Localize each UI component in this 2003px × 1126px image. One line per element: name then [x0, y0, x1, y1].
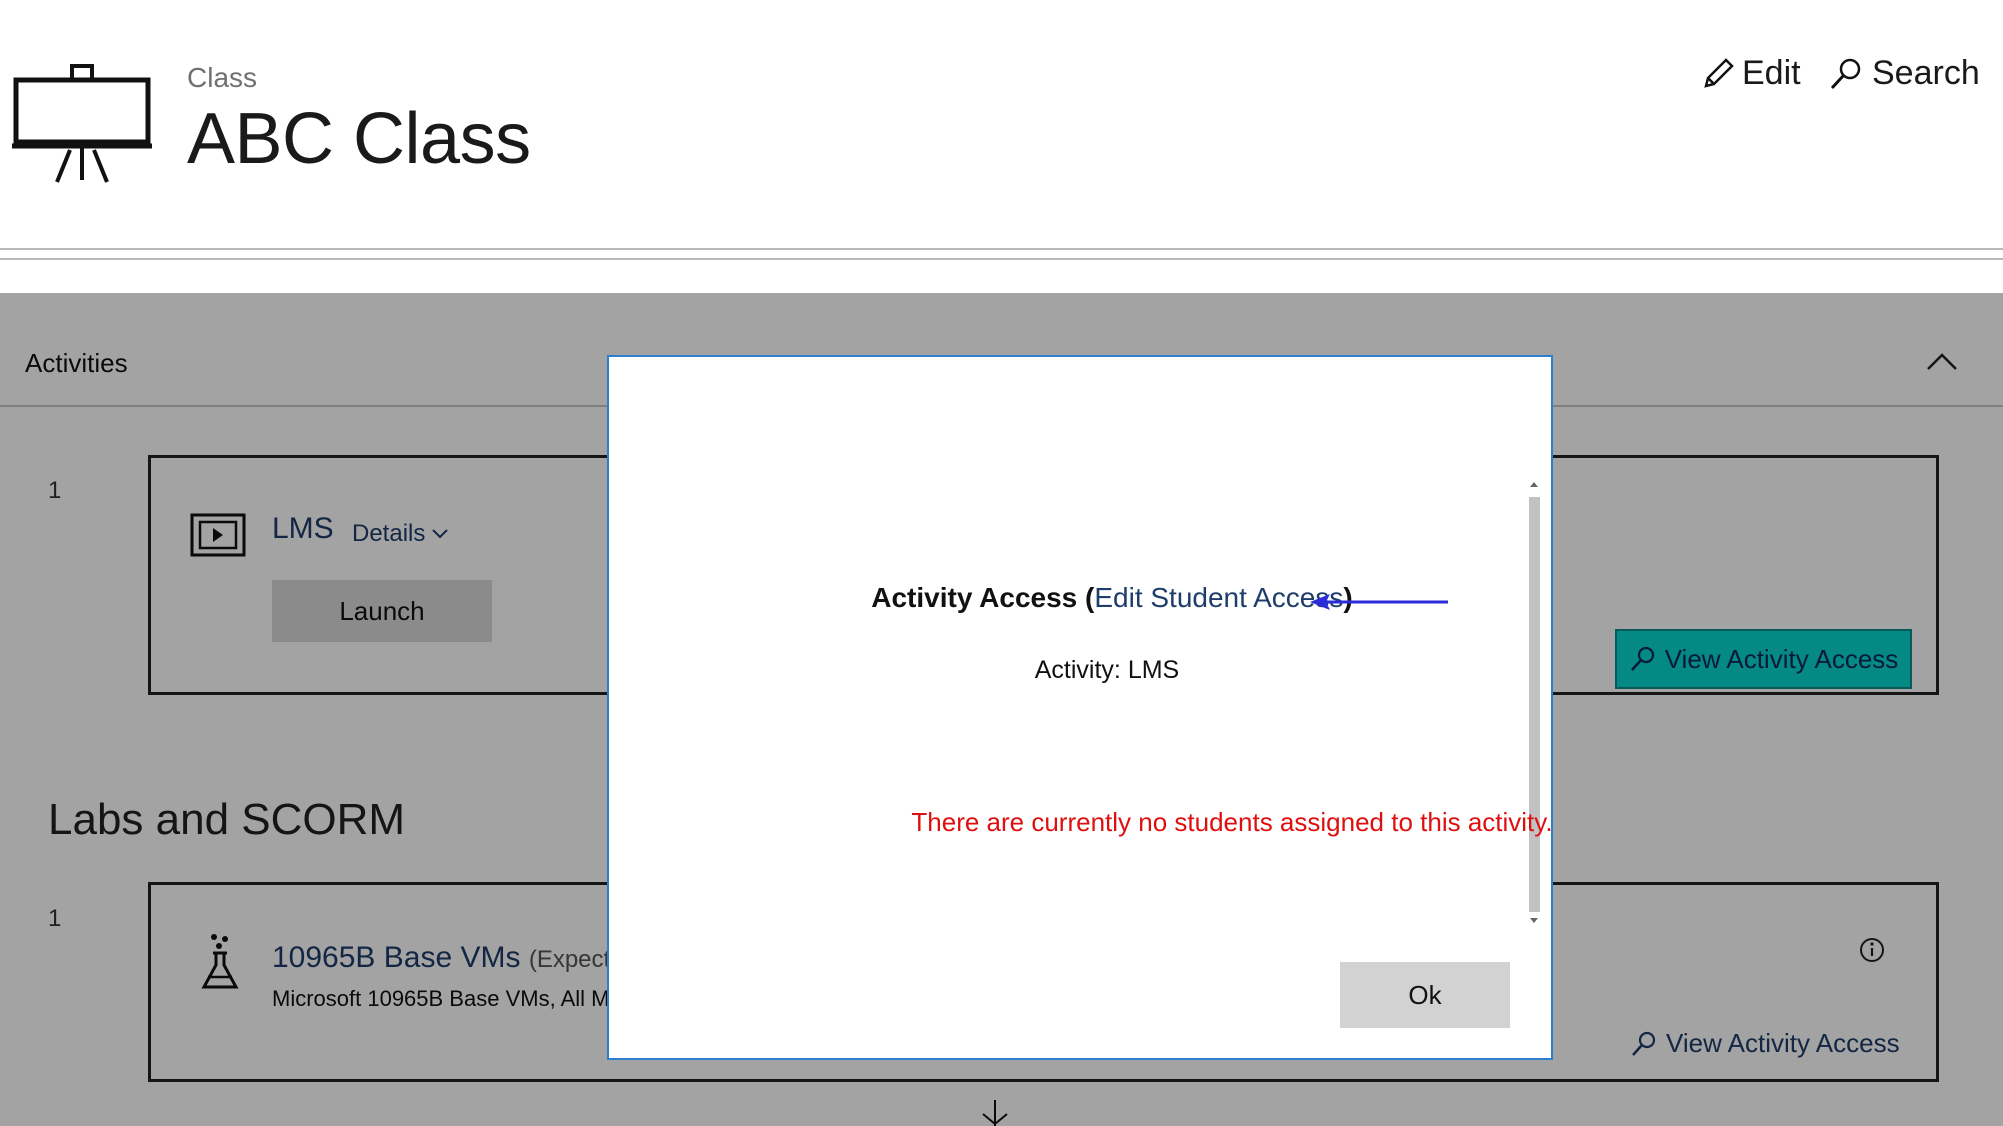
scroll-up-arrow-icon[interactable]: [1525, 475, 1543, 493]
dialog-heading-text: Activity Access (: [871, 582, 1095, 613]
pencil-icon: [1704, 57, 1734, 88]
ok-button[interactable]: Ok: [1340, 962, 1510, 1028]
search-button[interactable]: Search: [1828, 54, 1980, 93]
header-divider: [0, 248, 2003, 250]
header-divider: [0, 258, 2003, 260]
dialog-activity-name: Activity: LMS: [1034, 656, 1180, 684]
callout-arrow-icon: [1310, 594, 1448, 610]
edit-student-access-link[interactable]: Edit Student Access: [1094, 582, 1343, 613]
activity-access-dialog: [607, 355, 1553, 1060]
edit-label: Edit: [1742, 54, 1801, 92]
no-students-message: There are currently no students assigned…: [911, 807, 1553, 837]
scroll-thumb[interactable]: [1529, 497, 1540, 912]
edit-button[interactable]: Edit: [1700, 54, 1801, 93]
scroll-down-arrow-icon[interactable]: [1525, 912, 1543, 930]
dialog-scrollbar[interactable]: [1525, 475, 1543, 930]
breadcrumb: Class: [187, 62, 258, 93]
page-title: ABC Class: [187, 99, 531, 179]
search-label: Search: [1872, 54, 1980, 92]
search-icon: [1830, 58, 1861, 89]
dialog-heading: Activity Access (Edit Student Access): [607, 582, 1617, 614]
presentation-easel-icon: [12, 64, 152, 183]
